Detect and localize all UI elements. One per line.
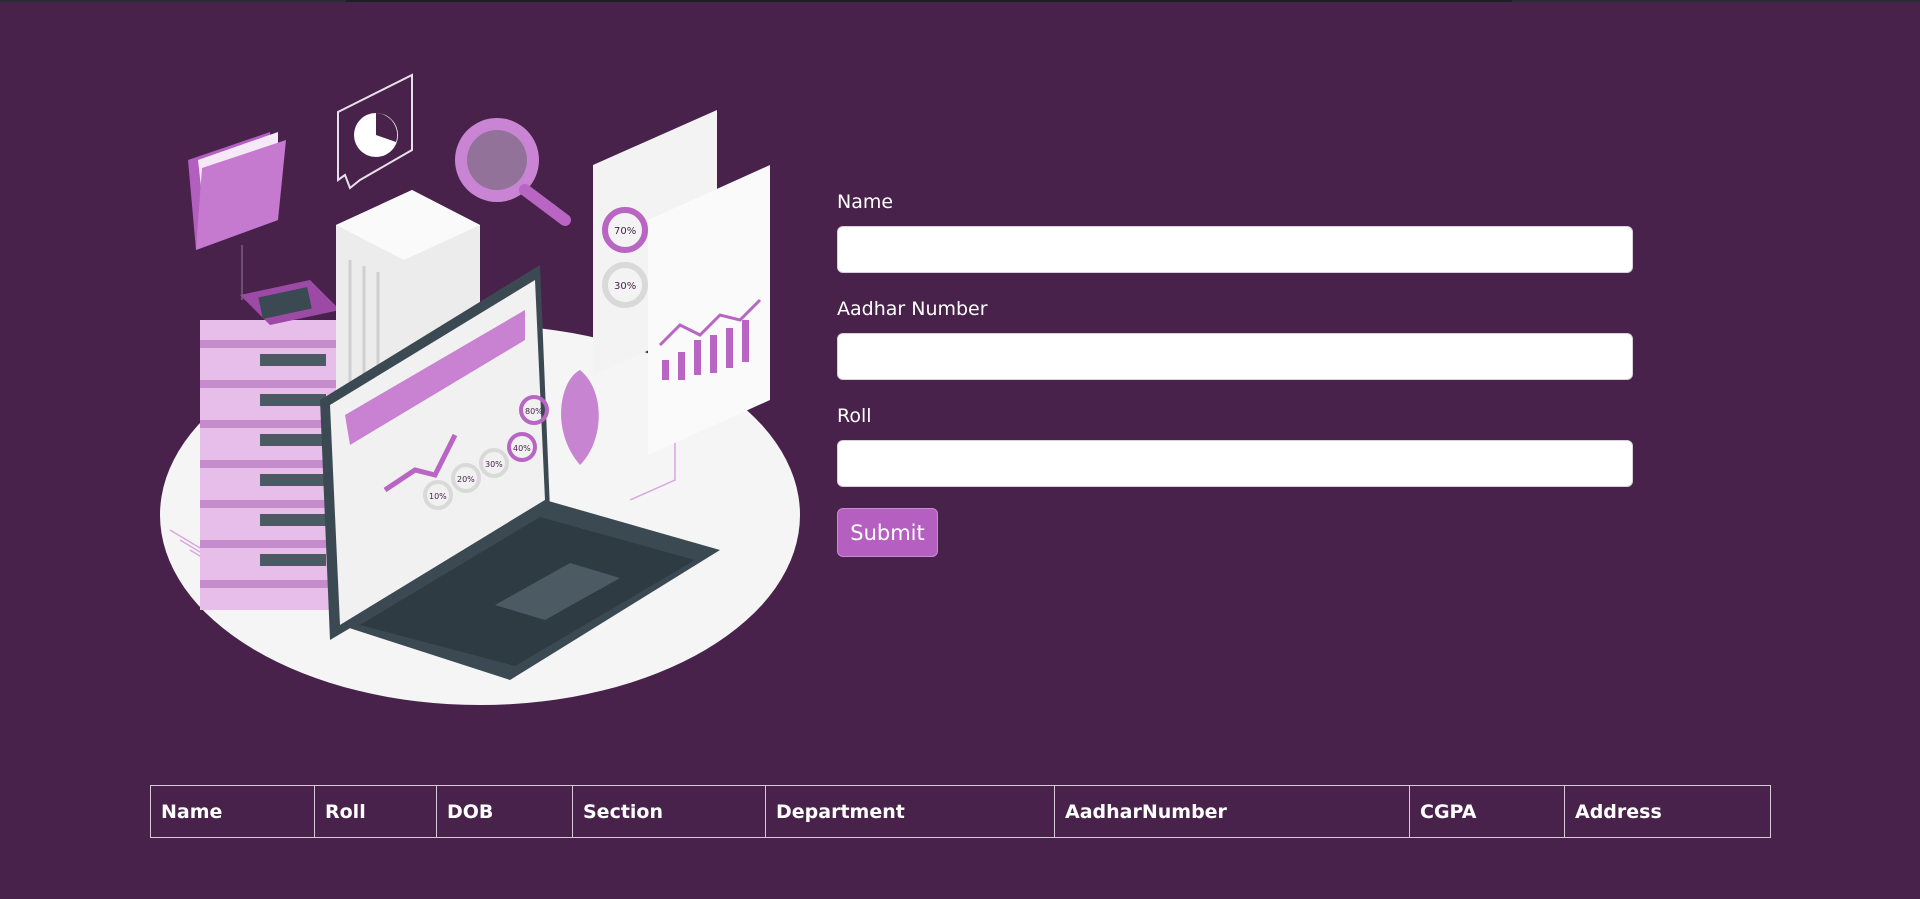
gauge-label: 40% (513, 444, 531, 453)
student-table: Name Roll DOB Section Department AadharN… (150, 785, 1771, 838)
column-header-cgpa: CGPA (1409, 785, 1565, 838)
pie-chart-bubble-icon (337, 73, 413, 190)
column-header-name: Name (150, 785, 315, 838)
window-top-strip-center (346, 0, 1512, 2)
submit-button[interactable]: Submit (837, 508, 938, 557)
name-label: Name (837, 191, 894, 213)
aadhar-number-label: Aadhar Number (837, 298, 988, 320)
aadhar-number-input[interactable] (837, 333, 1633, 380)
folder-icon (188, 132, 286, 300)
server-rack-icon (200, 280, 340, 610)
gauge-label: 70% (614, 226, 636, 237)
column-header-aadharnumber: AadharNumber (1054, 785, 1410, 838)
column-header-roll: Roll (314, 785, 437, 838)
column-header-address: Address (1564, 785, 1771, 838)
magnifier-icon (455, 118, 571, 226)
name-input[interactable] (837, 226, 1633, 273)
column-header-department: Department (765, 785, 1055, 838)
table-header-row: Name Roll DOB Section Department AadharN… (150, 785, 1771, 838)
gauge-label: 10% (429, 492, 447, 501)
student-form: Name Aadhar Number Roll Submit (837, 190, 1633, 557)
column-header-section: Section (572, 785, 766, 838)
laptop-data-analysis-illustration: 70% 30% 10% 20% 30% 40% 80% (160, 73, 800, 705)
gauge-label: 30% (614, 281, 636, 292)
roll-label: Roll (837, 405, 872, 427)
window-top-strip (0, 0, 1920, 2)
gauge-label: 20% (457, 475, 475, 484)
roll-input[interactable] (837, 440, 1633, 487)
gauge-label: 80% (525, 407, 543, 416)
column-header-dob: DOB (436, 785, 573, 838)
gauge-label: 30% (485, 460, 503, 469)
